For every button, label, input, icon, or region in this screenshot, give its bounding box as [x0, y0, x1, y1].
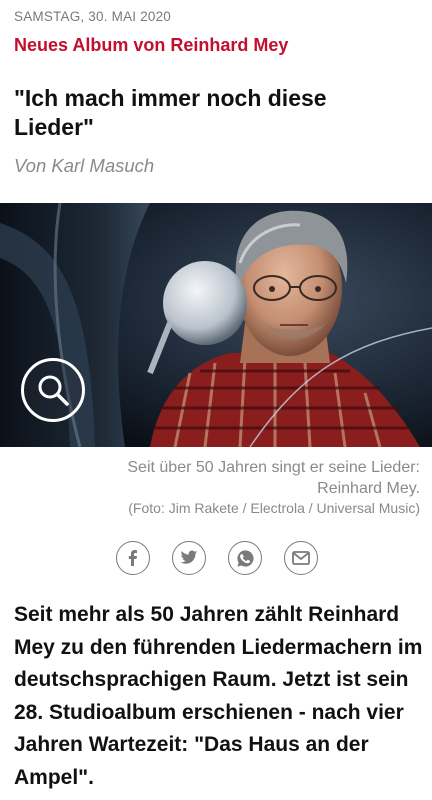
- facebook-icon: [128, 550, 137, 566]
- article-date: SAMSTAG, 30. MAI 2020: [14, 9, 172, 24]
- share-facebook-button[interactable]: [116, 541, 150, 575]
- share-whatsapp-button[interactable]: [228, 541, 262, 575]
- email-icon: [292, 551, 310, 565]
- share-email-button[interactable]: [284, 541, 318, 575]
- image-credit: (Foto: Jim Rakete / Electrola / Universa…: [128, 500, 420, 516]
- article-kicker: Neues Album von Reinhard Mey: [14, 35, 289, 55]
- whatsapp-icon: [236, 549, 254, 567]
- twitter-icon: [180, 550, 198, 564]
- image-zoom-button[interactable]: [21, 358, 85, 422]
- image-caption: Seit über 50 Jahren singt er seine Liede…: [127, 459, 420, 497]
- article-headline: "Ich mach immer noch diese Lieder": [14, 85, 327, 140]
- article-lead: Seit mehr als 50 Jahren zählt Reinhard M…: [14, 603, 423, 789]
- share-bar: [116, 541, 326, 579]
- share-twitter-button[interactable]: [172, 541, 206, 575]
- article-byline: Von Karl Masuch: [14, 155, 155, 176]
- magnifier-icon: [38, 375, 69, 406]
